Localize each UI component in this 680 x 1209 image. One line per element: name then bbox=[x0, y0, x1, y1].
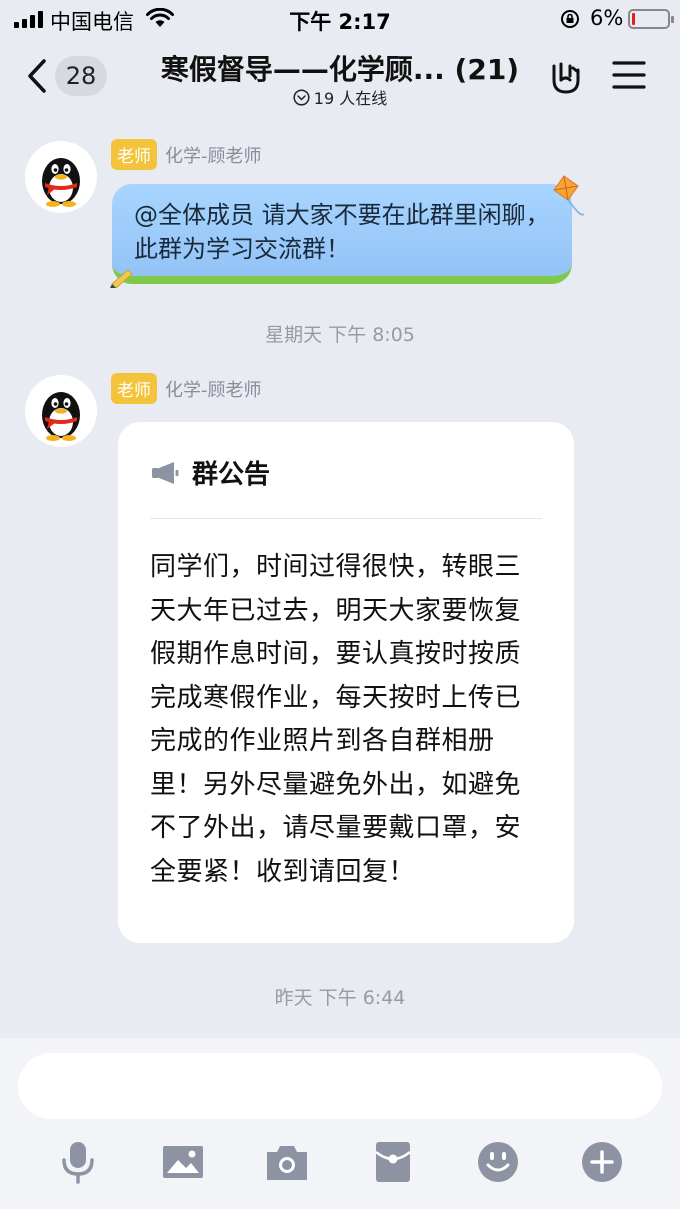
camera-icon[interactable] bbox=[265, 1140, 309, 1184]
red-packet-icon[interactable] bbox=[371, 1140, 415, 1184]
chat-header: 28 寒假督导——化学顾... (21) 19 人在线 bbox=[0, 38, 680, 116]
message-sender: 老师 化学-顾老师 bbox=[111, 373, 262, 404]
notice-header: 群公告 bbox=[150, 454, 270, 491]
megaphone-icon bbox=[152, 461, 179, 484]
sender-avatar[interactable] bbox=[25, 141, 97, 213]
role-badge: 老师 bbox=[111, 139, 157, 170]
message-input[interactable] bbox=[18, 1053, 662, 1119]
message-sender: 老师 化学-顾老师 bbox=[111, 139, 262, 170]
online-count: 19 人在线 bbox=[313, 89, 388, 108]
divider bbox=[150, 518, 542, 519]
status-bar: 中国电信 下午 2:17 6% bbox=[0, 0, 680, 38]
message-bubble[interactable]: @全体成员 请大家不要在此群里闲聊，此群为学习交流群！ bbox=[112, 184, 572, 284]
chevron-down-circle-icon bbox=[293, 88, 310, 106]
plus-icon[interactable] bbox=[580, 1140, 624, 1184]
notice-title: 群公告 bbox=[192, 460, 271, 490]
image-icon[interactable] bbox=[161, 1140, 205, 1184]
hand-gesture-icon[interactable] bbox=[546, 58, 584, 100]
sender-avatar[interactable] bbox=[25, 375, 97, 447]
timestamp: 星期天 下午 8:05 bbox=[265, 324, 415, 346]
notice-body: 同学们，时间过得很快，转眼三天大年已过去，明天大家要恢复假期作息时间，要认真按时… bbox=[150, 552, 522, 887]
sender-name: 化学-顾老师 bbox=[165, 379, 262, 401]
emoji-icon[interactable] bbox=[476, 1140, 520, 1184]
rotation-lock-icon bbox=[560, 9, 580, 34]
kite-icon bbox=[544, 174, 586, 222]
timestamp: 昨天 下午 6:44 bbox=[274, 987, 406, 1009]
battery-icon bbox=[628, 9, 674, 29]
role-badge: 老师 bbox=[111, 373, 157, 404]
menu-icon[interactable] bbox=[612, 60, 646, 94]
group-notice-card[interactable]: 群公告 同学们，时间过得很快，转眼三天大年已过去，明天大家要恢复假期作息时间，要… bbox=[118, 422, 574, 943]
pencil-decoration-icon bbox=[110, 266, 136, 292]
battery-percent: 6% bbox=[590, 6, 624, 30]
mic-icon[interactable] bbox=[56, 1140, 100, 1184]
input-area bbox=[0, 1038, 680, 1209]
sender-name: 化学-顾老师 bbox=[165, 145, 262, 167]
input-toolbar bbox=[0, 1140, 680, 1184]
